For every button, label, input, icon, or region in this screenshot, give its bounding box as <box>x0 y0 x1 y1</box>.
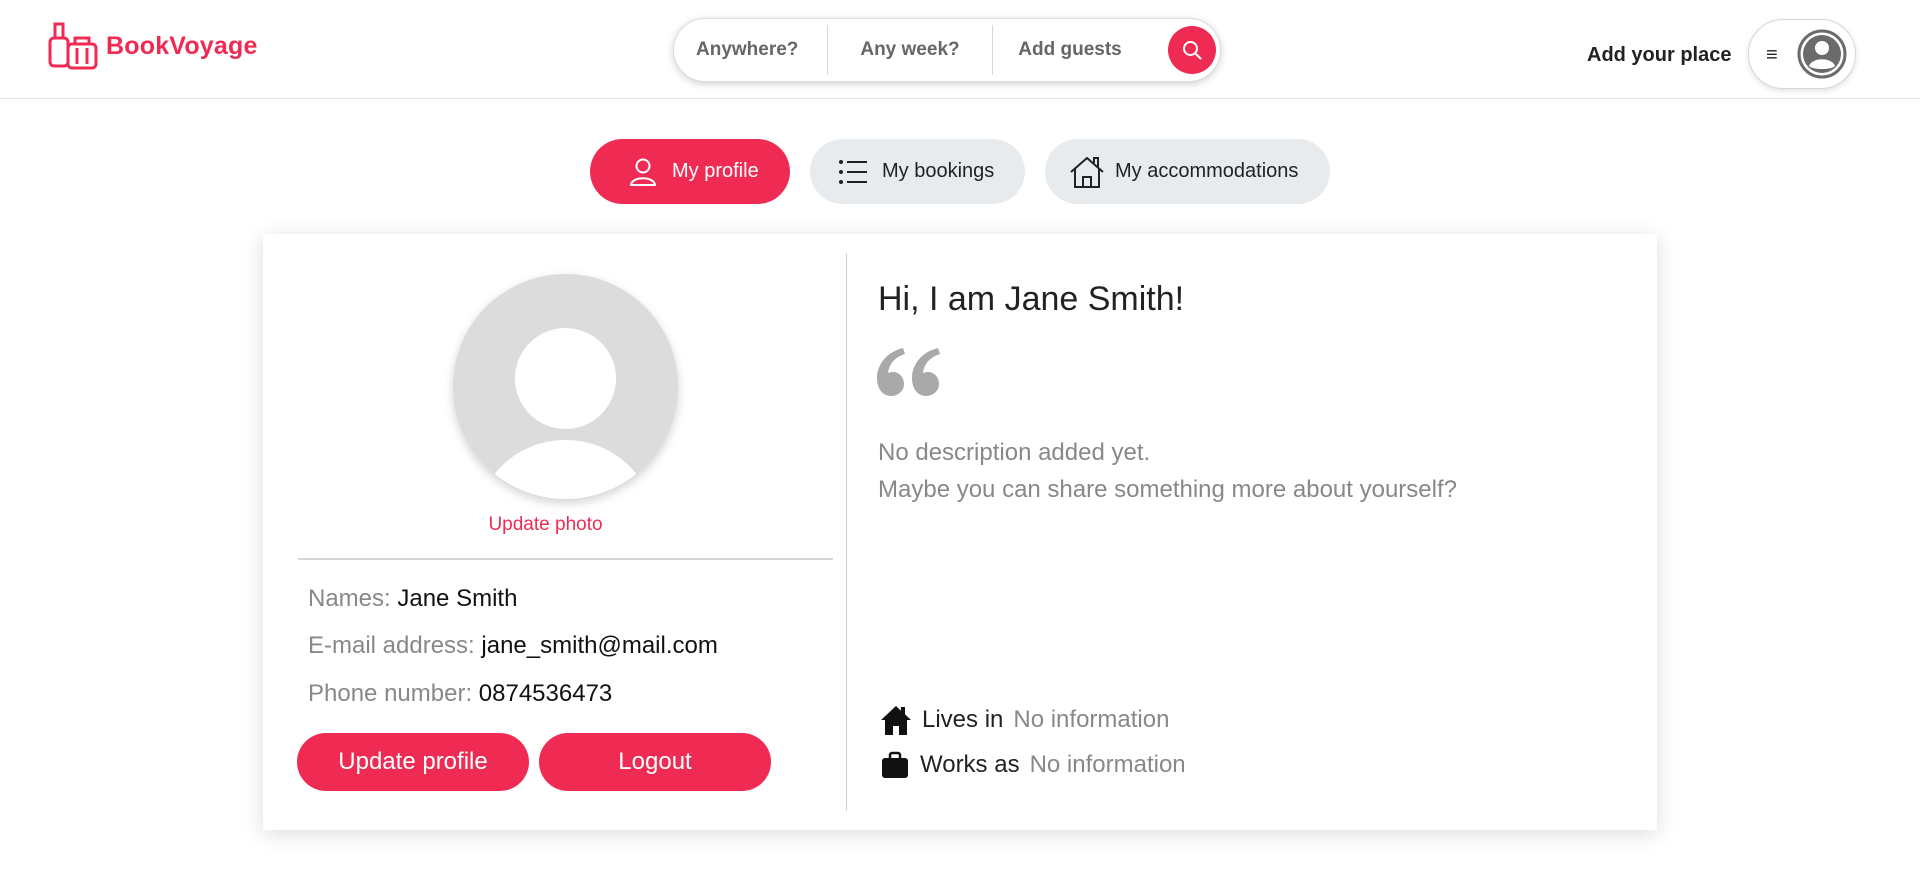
description-line: No description added yet. <box>878 439 1151 466</box>
search-button[interactable] <box>1168 26 1216 74</box>
user-menu-button[interactable]: ≡ <box>1748 19 1856 89</box>
greeting-heading: Hi, I am Jane Smith! <box>878 280 1185 318</box>
names-value: Jane Smith <box>397 585 518 612</box>
search-guests[interactable]: Add guests <box>993 25 1147 75</box>
works-as-label: Works as <box>920 751 1020 778</box>
tab-label: My profile <box>672 160 759 182</box>
tab-my-accommodations[interactable]: My accommodations <box>1045 139 1330 204</box>
luggage-icon <box>48 22 98 70</box>
search-where[interactable]: Anywhere? <box>674 25 827 75</box>
profile-photo <box>453 274 678 499</box>
tab-my-profile[interactable]: My profile <box>590 139 790 204</box>
names-label: Names: <box>308 585 391 612</box>
tab-label: My bookings <box>882 160 995 182</box>
phone-label: Phone number: <box>308 680 473 707</box>
hamburger-menu-icon: ≡ <box>1766 44 1778 66</box>
email-value: jane_smith@mail.com <box>481 632 718 659</box>
tab-my-bookings[interactable]: My bookings <box>810 139 1025 204</box>
user-icon <box>628 157 658 187</box>
profile-card: Update photo Names: Jane Smith E-mail ad… <box>263 234 1657 830</box>
search-bar: Anywhere? Any week? Add guests <box>673 18 1221 82</box>
brand-name: BookVoyage <box>106 31 258 60</box>
quote-icon <box>877 348 940 396</box>
works-as-value: No information <box>1029 751 1186 778</box>
add-your-place-link[interactable]: Add your place <box>1587 44 1731 67</box>
update-photo-link[interactable]: Update photo <box>263 514 828 536</box>
divider <box>298 558 833 560</box>
top-header: BookVoyage Anywhere? Any week? Add guest… <box>0 0 1920 99</box>
phone-row: Phone number: 0874536473 <box>308 680 612 708</box>
brand-logo[interactable]: BookVoyage <box>46 20 258 72</box>
works-as-row: Works as No information <box>880 750 1186 780</box>
lives-in-label: Lives in <box>922 706 1004 733</box>
update-profile-button[interactable]: Update profile <box>297 733 529 791</box>
list-icon <box>838 159 868 185</box>
lives-in-value: No information <box>1013 706 1170 733</box>
email-label: E-mail address: <box>308 632 475 659</box>
search-icon <box>1183 41 1202 60</box>
search-week[interactable]: Any week? <box>827 25 993 75</box>
description-line: Maybe you can share something more about… <box>878 476 1457 503</box>
phone-value: 0874536473 <box>478 680 613 707</box>
briefcase-icon <box>882 751 908 778</box>
lives-in-row: Lives in No information <box>880 704 1169 736</box>
tab-label: My accommodations <box>1115 160 1299 182</box>
user-avatar-icon <box>1797 29 1847 79</box>
home-icon <box>881 706 911 735</box>
house-icon <box>1069 155 1105 189</box>
logout-button[interactable]: Logout <box>539 733 771 791</box>
profile-description: No description added yet. Maybe you can … <box>878 434 1457 508</box>
vertical-divider <box>846 254 847 810</box>
email-row: E-mail address: jane_smith@mail.com <box>308 632 718 660</box>
names-row: Names: Jane Smith <box>308 585 517 613</box>
